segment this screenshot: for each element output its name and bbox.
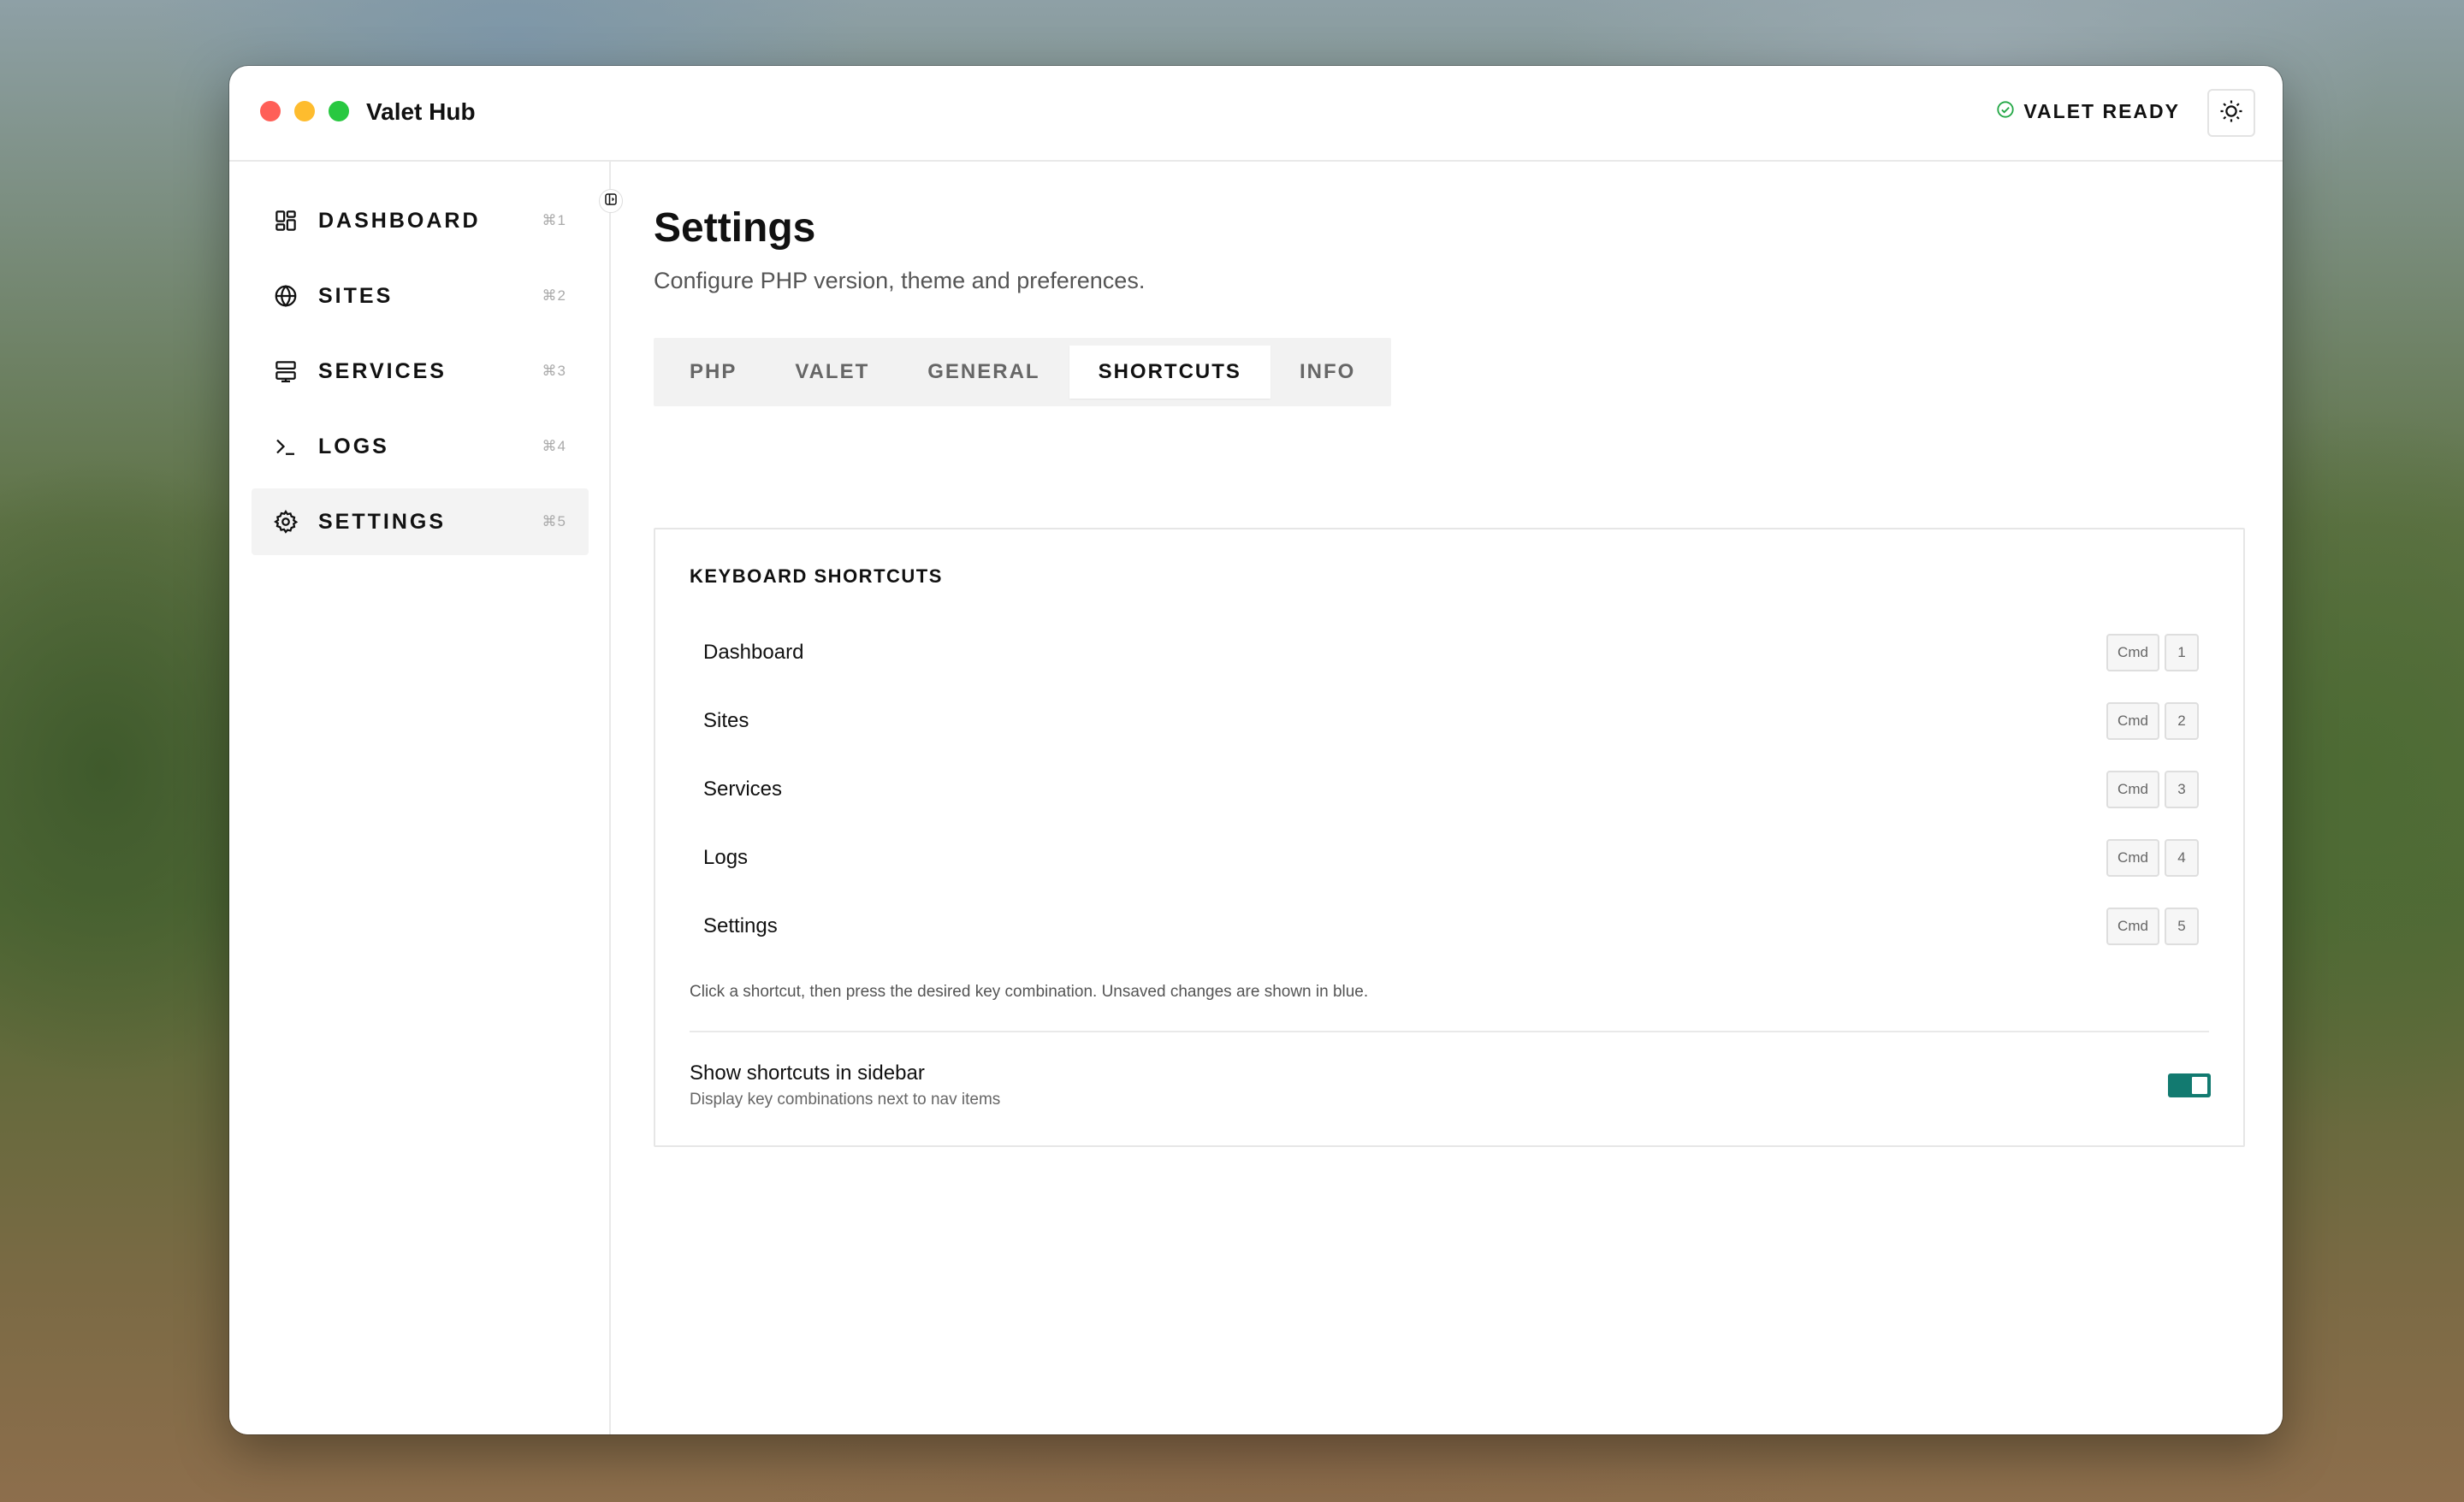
shortcut-keys[interactable]: Cmd 2	[2106, 702, 2199, 740]
shortcut-name: Logs	[703, 846, 749, 869]
window-controls	[260, 101, 349, 121]
toggle-knob	[2192, 1077, 2207, 1094]
tab-shortcuts[interactable]: SHORTCUTS	[1069, 346, 1270, 399]
tab-general[interactable]: GENERAL	[898, 346, 1069, 399]
sidebar-item-label: SITES	[318, 283, 394, 308]
sidebar-item-settings[interactable]: SETTINGS ⌘5	[252, 488, 589, 555]
shortcut-keys[interactable]: Cmd 3	[2106, 771, 2199, 808]
modifier-key: Cmd	[2106, 702, 2159, 740]
tab-php[interactable]: PHP	[660, 346, 766, 399]
modifier-key: Cmd	[2106, 908, 2159, 945]
key-cap: 2	[2165, 702, 2199, 740]
shortcut-name: Services	[703, 778, 783, 801]
main-content: Settings Configure PHP version, theme an…	[611, 162, 2283, 1434]
key-cap: 3	[2165, 771, 2199, 808]
shortcut-name: Dashboard	[703, 641, 804, 664]
key-cap: 5	[2165, 908, 2199, 945]
globe-icon	[270, 281, 301, 311]
settings-tabs: PHP VALET GENERAL SHORTCUTS INFO	[654, 338, 1392, 406]
shortcut-row-logs[interactable]: Logs Cmd 4	[690, 824, 2212, 892]
shortcut-keys[interactable]: Cmd 1	[2106, 634, 2199, 671]
keyboard-shortcuts-card: KEYBOARD SHORTCUTS Dashboard Cmd 1 Sites…	[654, 528, 2245, 1147]
section-title: KEYBOARD SHORTCUTS	[690, 565, 943, 587]
terminal-icon	[270, 431, 301, 462]
gear-icon	[270, 506, 301, 537]
sidebar-item-sites[interactable]: SITES ⌘2	[252, 263, 589, 329]
tab-valet[interactable]: VALET	[766, 346, 898, 399]
shortcut-row-services[interactable]: Services Cmd 3	[690, 755, 2212, 824]
sidebar-item-shortcut: ⌘2	[542, 287, 566, 304]
shortcut-name: Sites	[703, 709, 749, 732]
shortcut-keys[interactable]: Cmd 4	[2106, 839, 2199, 877]
server-icon	[270, 356, 301, 387]
sidebar-item-shortcut: ⌘5	[542, 513, 566, 529]
zoom-window-button[interactable]	[329, 101, 349, 121]
shortcut-list: Dashboard Cmd 1 Sites Cmd 2 Services Cmd…	[690, 618, 2212, 961]
valet-status: VALET READY	[1996, 100, 2180, 123]
sidebar-collapse-button[interactable]	[599, 189, 623, 213]
shortcut-keys[interactable]: Cmd 5	[2106, 908, 2199, 945]
shortcut-row-dashboard[interactable]: Dashboard Cmd 1	[690, 618, 2212, 687]
check-circle-icon	[1996, 100, 2015, 123]
shortcut-row-sites[interactable]: Sites Cmd 2	[690, 687, 2212, 755]
dashboard-icon	[270, 205, 301, 236]
tab-info[interactable]: INFO	[1270, 346, 1384, 399]
sidebar-toggle-icon	[603, 192, 619, 211]
minimize-window-button[interactable]	[294, 101, 315, 121]
divider	[690, 1031, 2209, 1032]
sidebar-item-label: SERVICES	[318, 358, 447, 383]
sidebar-item-label: DASHBOARD	[318, 208, 481, 233]
page-title: Settings	[654, 205, 816, 251]
shortcut-hint: Click a shortcut, then press the desired…	[690, 983, 1369, 1001]
sidebar-item-dashboard[interactable]: DASHBOARD ⌘1	[252, 187, 589, 254]
sun-icon	[2218, 98, 2244, 128]
sidebar-item-services[interactable]: SERVICES ⌘3	[252, 338, 589, 405]
app-title: Valet Hub	[366, 98, 476, 125]
close-window-button[interactable]	[260, 101, 281, 121]
theme-toggle-button[interactable]	[2207, 89, 2255, 137]
title-bar: Valet Hub VALET READY	[229, 66, 2283, 162]
sidebar-nav: DASHBOARD ⌘1 SITES ⌘2 SERVICES ⌘3 LOGS ⌘…	[252, 187, 589, 564]
modifier-key: Cmd	[2106, 634, 2159, 671]
key-cap: 1	[2165, 634, 2199, 671]
shortcut-name: Settings	[703, 914, 778, 937]
key-cap: 4	[2165, 839, 2199, 877]
sidebar-item-shortcut: ⌘1	[542, 212, 566, 228]
show-shortcuts-toggle[interactable]	[2168, 1073, 2211, 1097]
sidebar: DASHBOARD ⌘1 SITES ⌘2 SERVICES ⌘3 LOGS ⌘…	[229, 162, 611, 1434]
sidebar-item-shortcut: ⌘3	[542, 363, 566, 379]
sidebar-item-shortcut: ⌘4	[542, 438, 566, 454]
app-window: Valet Hub VALET READY DASHBOARD ⌘1 SITES…	[229, 66, 2283, 1434]
preference-title: Show shortcuts in sidebar	[690, 1061, 925, 1085]
shortcut-row-settings[interactable]: Settings Cmd 5	[690, 892, 2212, 961]
status-label: VALET READY	[2023, 100, 2180, 122]
sidebar-item-label: LOGS	[318, 434, 389, 458]
modifier-key: Cmd	[2106, 771, 2159, 808]
modifier-key: Cmd	[2106, 839, 2159, 877]
preference-description: Display key combinations next to nav ite…	[690, 1091, 1001, 1109]
sidebar-item-logs[interactable]: LOGS ⌘4	[252, 413, 589, 480]
sidebar-item-label: SETTINGS	[318, 509, 447, 534]
page-subtitle: Configure PHP version, theme and prefere…	[654, 268, 1146, 293]
